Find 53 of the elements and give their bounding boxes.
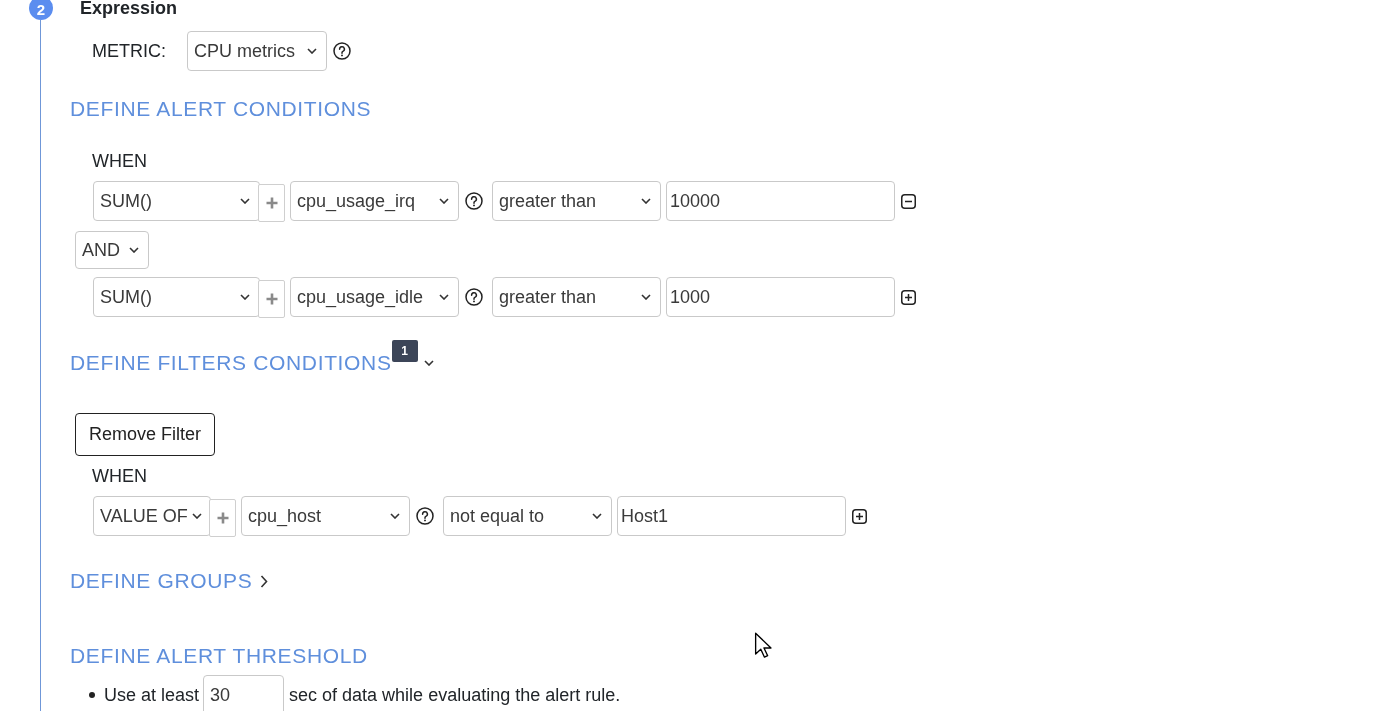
chevron-down-icon (641, 198, 651, 204)
value-input[interactable]: 1000 (666, 277, 895, 317)
operator-select[interactable]: not equal to (443, 496, 612, 536)
mouse-cursor-icon (754, 632, 772, 659)
bullet-icon (89, 692, 95, 698)
seconds-input[interactable]: 30 (203, 675, 285, 711)
help-icon[interactable] (465, 192, 483, 210)
chevron-right-icon[interactable] (260, 574, 269, 588)
chevron-down-icon (307, 48, 317, 54)
metric-label: METRIC: (92, 40, 167, 62)
chevron-down-icon (439, 294, 449, 300)
plus-icon (265, 293, 278, 305)
when-label: WHEN (92, 465, 147, 488)
joiner-select[interactable]: AND (75, 231, 149, 269)
help-icon[interactable] (333, 42, 351, 60)
operator-select[interactable]: greater than (492, 181, 661, 221)
field-select[interactable]: cpu_usage_irq (290, 181, 459, 221)
metric-select[interactable]: CPU metrics (187, 31, 327, 71)
plus-button[interactable] (258, 280, 285, 318)
aggregate-select[interactable]: VALUE OF (93, 496, 211, 536)
step-title: Expression (80, 0, 178, 19)
plus-button[interactable] (258, 184, 285, 222)
chevron-down-icon (592, 513, 602, 519)
minus-square-icon[interactable] (901, 193, 916, 209)
operator-select[interactable]: greater than (492, 277, 661, 317)
help-icon[interactable] (416, 507, 434, 525)
threshold-text: sec of data while evaluating the alert rule. (289, 684, 621, 706)
when-label: WHEN (92, 150, 147, 173)
help-icon[interactable] (465, 288, 483, 306)
step-number: 2 (29, 0, 53, 20)
field-select[interactable]: cpu_usage_idle (290, 277, 459, 317)
plus-icon (265, 197, 278, 209)
section-heading: DEFINE ALERT THRESHOLD (70, 643, 368, 669)
value-input[interactable]: 10000 (666, 181, 895, 221)
chevron-down-icon (390, 513, 400, 519)
filter-count-badge: 1 (391, 340, 418, 362)
plus-square-icon[interactable] (901, 289, 916, 305)
section-heading: DEFINE ALERT CONDITIONS (70, 96, 372, 122)
aggregate-select[interactable]: SUM() (93, 181, 260, 221)
value-input[interactable]: Host1 (617, 496, 846, 536)
plus-button[interactable] (209, 499, 236, 537)
chevron-down-icon (129, 247, 139, 253)
threshold-text: Use at least (104, 684, 200, 706)
chevron-down-icon (191, 513, 202, 519)
aggregate-select[interactable]: SUM() (93, 277, 260, 317)
remove-filter-button[interactable]: Remove Filter (75, 413, 216, 456)
field-select[interactable]: cpu_host (241, 496, 410, 536)
plus-square-icon[interactable] (852, 508, 867, 524)
chevron-down-icon (439, 198, 449, 204)
chevron-down-icon (240, 198, 250, 204)
chevron-down-icon (641, 294, 651, 300)
chevron-down-icon (240, 294, 250, 300)
plus-icon (216, 512, 229, 524)
